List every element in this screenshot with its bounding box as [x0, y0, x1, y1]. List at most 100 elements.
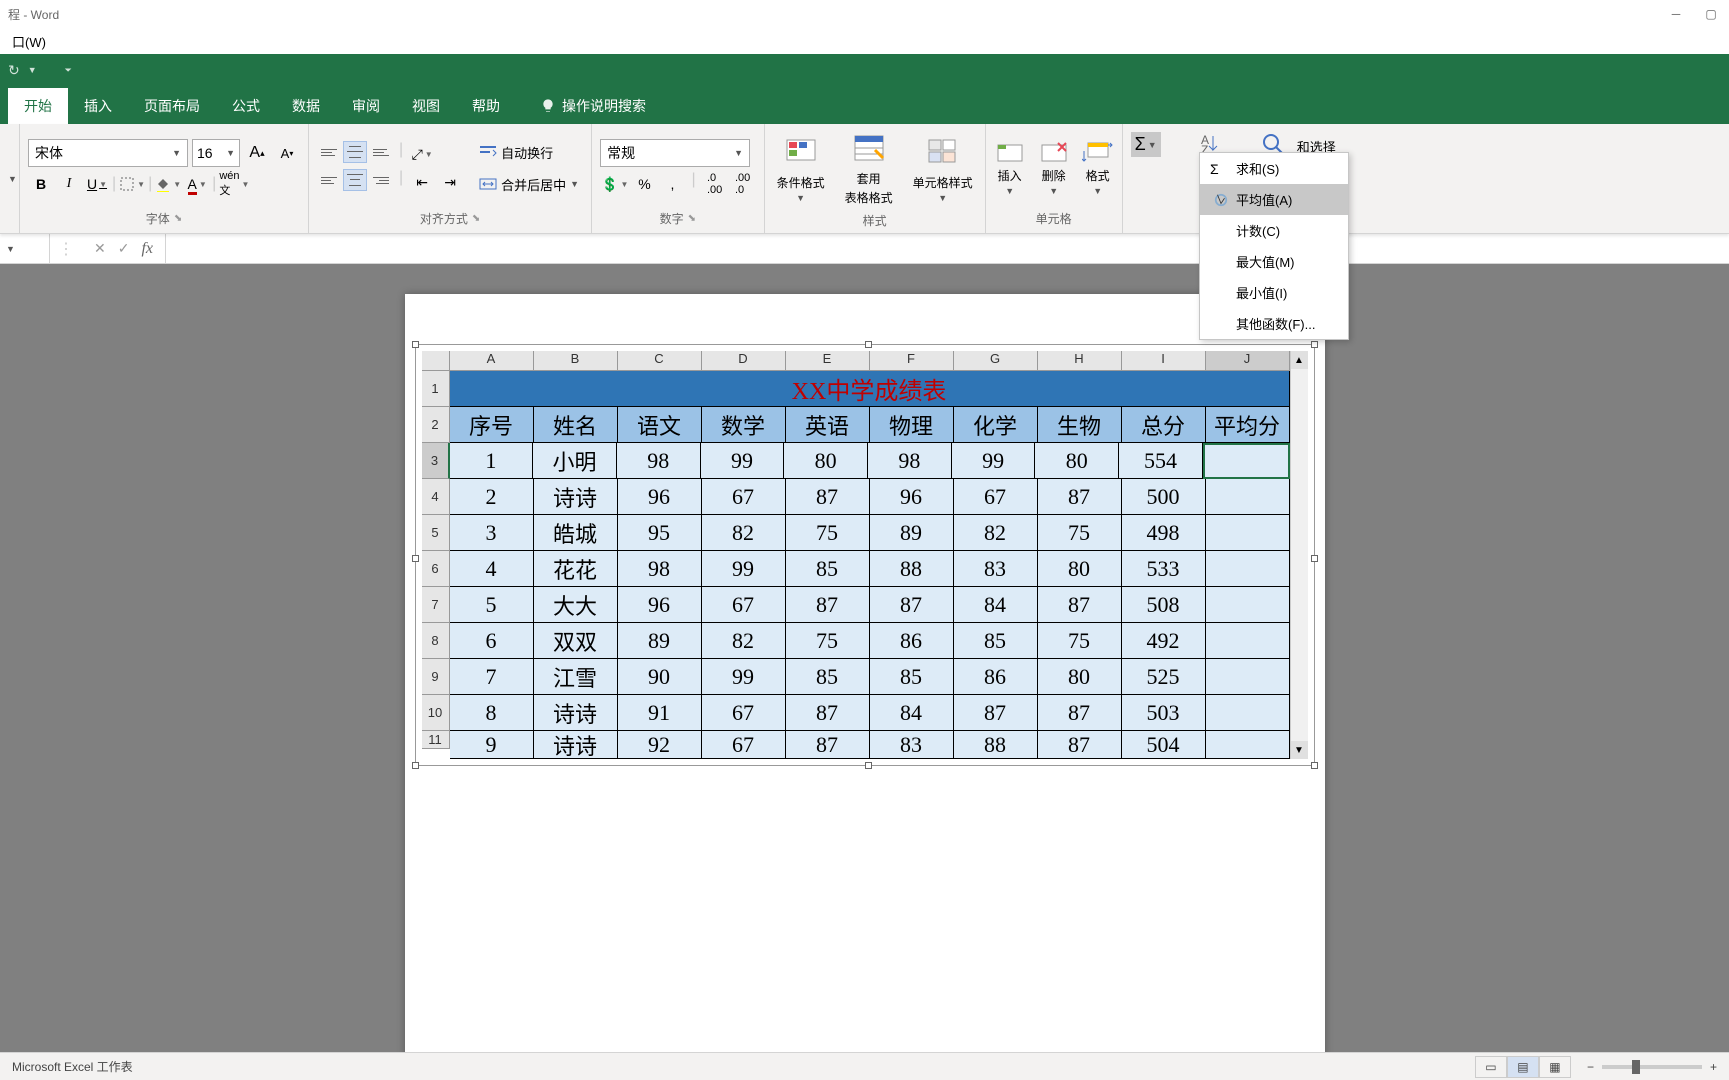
font-size-select[interactable]: 16 ▼ — [192, 139, 240, 167]
cancel-formula-button[interactable]: ✕ — [94, 240, 106, 257]
tab-help[interactable]: 帮助 — [456, 88, 516, 124]
tell-me-search[interactable]: 操作说明搜索 — [524, 88, 662, 124]
excel-embedded-object[interactable]: ABCDEFGHIJ 1234567891011 XX中学成绩表序号姓名语文数学… — [415, 344, 1315, 766]
fill-color-button[interactable]: ▼ — [154, 171, 182, 197]
window-menu[interactable]: 口(W) — [8, 32, 50, 51]
border-button[interactable]: ▼ — [118, 171, 146, 197]
tab-formulas[interactable]: 公式 — [216, 88, 276, 124]
resize-handle-ne[interactable] — [1311, 341, 1318, 348]
tab-review[interactable]: 审阅 — [336, 88, 396, 124]
increase-font-button[interactable]: A▴ — [244, 140, 270, 166]
font-launcher[interactable]: ⬊ — [174, 213, 182, 224]
resize-handle-n[interactable] — [865, 341, 872, 348]
comma-button[interactable]: , — [659, 171, 685, 197]
align-top-button[interactable] — [317, 141, 341, 163]
statusbar: Microsoft Excel 工作表 ▭ ▤ ▦ − + — [0, 1052, 1729, 1080]
conditional-label: 条件格式 — [777, 174, 825, 191]
resize-handle-s[interactable] — [865, 762, 872, 769]
resize-handle-sw[interactable] — [412, 762, 419, 769]
accounting-button[interactable]: 💲▼ — [600, 171, 629, 197]
tab-page-layout[interactable]: 页面布局 — [128, 88, 216, 124]
document-area[interactable]: ABCDEFGHIJ 1234567891011 XX中学成绩表序号姓名语文数学… — [0, 264, 1729, 1052]
tell-me-label: 操作说明搜索 — [562, 96, 646, 116]
chevron-down-icon: ▼ — [734, 148, 743, 158]
accept-formula-button[interactable]: ✓ — [118, 240, 130, 257]
zoom-in-button[interactable]: + — [1710, 1060, 1717, 1074]
autosum-button[interactable]: Σ ▼ — [1131, 132, 1161, 157]
increase-decimal-button[interactable]: .0.00 — [702, 171, 728, 197]
tab-view[interactable]: 视图 — [396, 88, 456, 124]
tab-data[interactable]: 数据 — [276, 88, 336, 124]
maximize-button[interactable]: ▢ — [1701, 4, 1721, 24]
wrap-text-button[interactable]: 自动换行 — [475, 138, 583, 166]
align-middle-button[interactable] — [343, 141, 367, 163]
font-name-select[interactable]: 宋体 ▼ — [28, 139, 188, 167]
bulb-icon — [540, 98, 556, 114]
percent-button[interactable]: % — [631, 171, 657, 197]
table-format-label1: 套用 — [857, 170, 881, 187]
web-layout-button[interactable]: ▦ — [1539, 1056, 1571, 1078]
decrease-decimal-button[interactable]: .00.0 — [730, 171, 756, 197]
resize-handle-w[interactable] — [412, 555, 419, 562]
number-launcher[interactable]: ⬊ — [688, 213, 696, 224]
orientation-button[interactable]: ⤢▼ — [409, 141, 435, 167]
font-size-value: 16 — [197, 145, 213, 161]
redo-button[interactable]: ↻ — [8, 62, 20, 79]
other-label: 其他函数(F)... — [1236, 314, 1315, 333]
cell-styles-icon — [925, 136, 961, 172]
read-mode-button[interactable]: ▭ — [1475, 1056, 1507, 1078]
count-option[interactable]: 计数(C) — [1200, 215, 1348, 246]
other-functions-option[interactable]: 其他函数(F)... — [1200, 308, 1348, 339]
qat-customize[interactable]: ⏷ — [65, 65, 72, 76]
align-right-button[interactable] — [369, 169, 393, 191]
format-table-button[interactable]: 套用 表格格式 — [841, 128, 897, 210]
resize-handle-se[interactable] — [1311, 762, 1318, 769]
decrease-font-button[interactable]: A▾ — [274, 140, 300, 166]
merge-label: 合并后居中 — [501, 175, 566, 194]
increase-indent-button[interactable]: ⇥ — [437, 169, 463, 195]
bold-button[interactable]: B — [28, 171, 54, 197]
align-bottom-button[interactable] — [369, 141, 393, 163]
zoom-out-button[interactable]: − — [1587, 1060, 1594, 1074]
font-color-button[interactable]: A ▼ — [184, 171, 210, 197]
decrease-indent-button[interactable]: ⇤ — [409, 169, 435, 195]
align-left-button[interactable] — [317, 169, 341, 191]
ribbon-tabs: 开始 插入 页面布局 公式 数据 审阅 视图 帮助 操作说明搜索 — [0, 86, 1729, 124]
merge-center-button[interactable]: 合并后居中 ▼ — [475, 170, 583, 198]
alignment-launcher[interactable]: ⬊ — [472, 213, 480, 224]
statusbar-text: Microsoft Excel 工作表 — [12, 1058, 133, 1075]
zoom-slider[interactable] — [1602, 1065, 1702, 1069]
styles-group: 条件格式 ▼ 套用 表格格式 单元格样式 ▼ 样式 — [765, 124, 986, 233]
paste-dropdown-icon[interactable]: ▼ — [8, 174, 17, 184]
name-box[interactable]: ▼ — [0, 234, 50, 263]
insert-label: 插入 — [998, 167, 1022, 184]
resize-handle-nw[interactable] — [412, 341, 419, 348]
insert-cell-button[interactable]: 插入 ▼ — [994, 141, 1026, 196]
underline-button[interactable]: U▼ — [84, 171, 110, 197]
minimize-button[interactable]: ─ — [1666, 4, 1686, 24]
tab-insert[interactable]: 插入 — [68, 88, 128, 124]
number-group: 常规 ▼ 💲▼ % , | .0.00 .00.0 数字⬊ — [592, 124, 765, 233]
sum-option[interactable]: Σ 求和(S) — [1200, 153, 1348, 184]
max-option[interactable]: 最大值(M) — [1200, 246, 1348, 277]
number-format-select[interactable]: 常规 ▼ — [600, 139, 750, 167]
redo-dropdown[interactable]: ▼ — [28, 65, 37, 75]
editing-group: Σ ▼ AZ 和选择 Σ 求和(S) 平均值(A) 计数(C) 最大值(M) — [1123, 124, 1729, 233]
wrap-icon — [479, 143, 497, 161]
phonetic-button[interactable]: wén文▼ — [218, 171, 250, 197]
italic-button[interactable]: I — [56, 171, 82, 197]
insert-icon — [994, 141, 1026, 165]
format-cell-button[interactable]: 格式 ▼ — [1082, 141, 1114, 196]
align-center-button[interactable] — [343, 169, 367, 191]
delete-cell-button[interactable]: 删除 ▼ — [1038, 141, 1070, 196]
average-option[interactable]: 平均值(A) — [1200, 184, 1348, 215]
min-label: 最小值(I) — [1236, 283, 1287, 302]
print-layout-button[interactable]: ▤ — [1507, 1056, 1539, 1078]
tab-home[interactable]: 开始 — [8, 88, 68, 124]
conditional-format-button[interactable]: 条件格式 ▼ — [773, 132, 829, 207]
resize-handle-e[interactable] — [1311, 555, 1318, 562]
min-option[interactable]: 最小值(I) — [1200, 277, 1348, 308]
formula-input[interactable] — [166, 234, 1729, 263]
fx-icon[interactable]: fx — [141, 240, 153, 258]
cell-styles-button[interactable]: 单元格样式 ▼ — [909, 132, 977, 207]
